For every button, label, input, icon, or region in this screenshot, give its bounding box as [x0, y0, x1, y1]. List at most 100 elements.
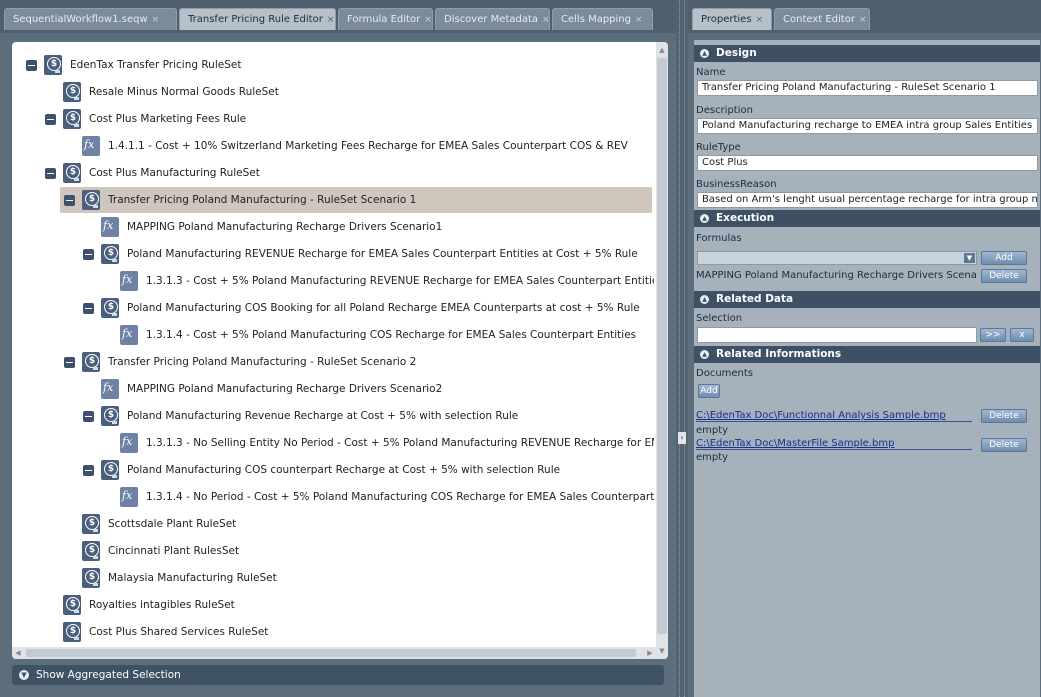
tree-row[interactable]: Transfer Pricing Poland Manufacturing - … [60, 187, 652, 213]
scroll-up-icon[interactable]: ▲ [656, 44, 668, 56]
tab-formula-editor[interactable]: Formula Editor × [338, 8, 433, 30]
tree-row[interactable]: 1.3.1.3 - Cost + 5% Poland Manufacturing… [12, 268, 668, 294]
tab-context-editor[interactable]: Context Editor × [774, 8, 870, 30]
tree-row[interactable]: Transfer Pricing Poland Manufacturing - … [12, 349, 668, 375]
ruleset-icon [101, 244, 119, 264]
tab-discover-metadata[interactable]: Discover Metadata × [435, 8, 550, 30]
formula-list-item[interactable]: MAPPING Poland Manufacturing Recharge Dr… [696, 270, 976, 281]
tree-row[interactable]: 1.3.1.3 - No Selling Entity No Period - … [12, 430, 668, 456]
formula-icon [82, 136, 100, 156]
selection-field[interactable] [697, 327, 977, 343]
description-field[interactable]: Poland Manufacturing recharge to EMEA in… [697, 118, 1038, 134]
document-link[interactable]: C:\EdenTax Doc\Functionnal Analysis Samp… [696, 410, 972, 422]
documents-label: Documents [696, 368, 754, 379]
add-document-button[interactable]: Add [698, 384, 720, 398]
tab-sequential-workflow[interactable]: SequentialWorkflow1.seqw × [4, 8, 177, 30]
close-icon[interactable]: × [327, 15, 335, 25]
selection-clear-button[interactable]: x [1010, 328, 1034, 342]
close-icon[interactable]: × [424, 15, 432, 25]
scroll-left-icon[interactable]: ◀ [12, 647, 24, 659]
document-link[interactable]: C:\EdenTax Doc\MasterFile Sample.bmp [696, 438, 972, 450]
scroll-thumb[interactable] [657, 58, 667, 634]
show-aggregated-selection-bar[interactable]: ▼ Show Aggregated Selection [12, 665, 664, 685]
design-section-header[interactable]: ▲ Design [694, 45, 1040, 62]
ruleset-icon [82, 568, 100, 588]
section-title: Related Informations [716, 348, 842, 360]
tree-row[interactable]: Poland Manufacturing COS counterpart Rec… [12, 457, 668, 483]
scroll-down-icon[interactable]: ▼ [656, 645, 668, 657]
related-data-section-header[interactable]: ▲ Related Data [694, 291, 1040, 308]
collapse-toggle-icon[interactable] [45, 114, 56, 125]
close-icon[interactable]: × [152, 15, 160, 25]
close-icon[interactable]: × [859, 15, 867, 25]
tree-row[interactable]: Cost Plus Manufacturing RuleSet [12, 160, 668, 186]
tree-row[interactable]: Cincinnati Plant RulesSet [12, 538, 668, 564]
tree-row[interactable]: EdenTax Transfer Pricing RuleSet [12, 52, 668, 78]
execution-section-header[interactable]: ▲ Execution [694, 210, 1040, 227]
collapse-toggle-icon[interactable] [83, 303, 94, 314]
tree-row[interactable]: Poland Manufacturing Revenue Recharge at… [12, 403, 668, 429]
horizontal-scrollbar[interactable]: ◀ ▶ [12, 647, 656, 659]
formula-icon [101, 379, 119, 399]
close-icon[interactable]: × [542, 15, 549, 25]
tree-row[interactable]: MAPPING Poland Manufacturing Recharge Dr… [12, 214, 668, 240]
tab-cells-mapping[interactable]: Cells Mapping × [552, 8, 653, 30]
tree-row[interactable]: 1.3.1.4 - Cost + 5% Poland Manufacturing… [12, 322, 668, 348]
add-formula-button[interactable]: Add [981, 251, 1027, 265]
business-reason-label: BusinessReason [696, 179, 777, 190]
collapse-toggle-icon[interactable] [83, 249, 94, 260]
tab-properties[interactable]: Properties × [692, 8, 772, 30]
tab-label: Formula Editor [347, 14, 421, 25]
scroll-thumb[interactable] [26, 649, 636, 657]
collapse-toggle-icon[interactable] [64, 195, 75, 206]
splitter-grip[interactable] [679, 0, 685, 697]
collapse-toggle-icon[interactable] [26, 60, 37, 71]
delete-formula-button[interactable]: Delete [981, 269, 1027, 283]
collapse-toggle-icon[interactable] [64, 357, 75, 368]
ruleset-icon [101, 460, 119, 480]
delete-document-button[interactable]: Delete [981, 438, 1027, 452]
tree-row[interactable]: Cost Plus Shared Services RuleSet [12, 619, 668, 645]
tree-node-label: Cincinnati Plant RulesSet [108, 545, 240, 557]
formulas-label: Formulas [696, 233, 742, 244]
close-icon[interactable]: × [635, 15, 643, 25]
scroll-right-icon[interactable]: ▶ [644, 647, 656, 659]
tab-label: Context Editor [783, 14, 855, 25]
ruleset-icon [63, 109, 81, 129]
collapse-arrow-icon[interactable]: ‹ [678, 432, 686, 444]
tree-node-label: 1.3.1.4 - No Period - Cost + 5% Poland M… [146, 491, 654, 503]
selection-browse-button[interactable]: >> [980, 328, 1006, 342]
collapse-toggle-icon[interactable] [83, 411, 94, 422]
vertical-scrollbar[interactable]: ▲ ▼ [656, 42, 668, 659]
delete-document-button[interactable]: Delete [981, 409, 1027, 423]
name-field[interactable]: Transfer Pricing Poland Manufacturing - … [697, 80, 1038, 96]
tree-row[interactable]: 1.3.1.4 - No Period - Cost + 5% Poland M… [12, 484, 668, 510]
tree-row[interactable]: Cost Plus Marketing Fees Rule [12, 106, 668, 132]
tree-row[interactable]: 1.4.1.1 - Cost + 10% Switzerland Marketi… [12, 133, 668, 159]
tree-row[interactable]: Poland Manufacturing REVENUE Recharge fo… [12, 241, 668, 267]
tab-label: Properties [701, 14, 752, 25]
tree-row[interactable]: Scottsdale Plant RuleSet [12, 511, 668, 537]
chevron-up-icon: ▲ [700, 295, 709, 304]
tab-label: SequentialWorkflow1.seqw [13, 14, 148, 25]
collapse-toggle-icon[interactable] [45, 168, 56, 179]
tree-row[interactable]: Resale Minus Normal Goods RuleSet [12, 79, 668, 105]
tree-row[interactable]: Royalties intagibles RuleSet [12, 592, 668, 618]
tree-row[interactable]: Poland Manufacturing COS Booking for all… [12, 295, 668, 321]
tab-transfer-pricing-rule-editor[interactable]: Transfer Pricing Rule Editor × [179, 8, 336, 30]
tree-row[interactable]: MAPPING Poland Manufacturing Recharge Dr… [12, 376, 668, 402]
business-reason-field[interactable]: Based on Arm's lenght usual percentage r… [697, 192, 1038, 208]
tree-row[interactable]: Malaysia Manufacturing RuleSet [12, 565, 668, 591]
collapse-toggle-icon[interactable] [83, 465, 94, 476]
ruletype-field[interactable]: Cost Plus [697, 155, 1038, 171]
tree-node-label: Cost Plus Marketing Fees Rule [89, 113, 247, 125]
tab-label: Cells Mapping [561, 14, 631, 25]
chevron-down-icon[interactable]: ▼ [964, 253, 975, 263]
pane-splitter[interactable]: ‹ [676, 0, 688, 697]
close-icon[interactable]: × [756, 15, 764, 25]
related-informations-section-header[interactable]: ▲ Related Informations [694, 346, 1040, 363]
tree-node-label: Cost Plus Shared Services RuleSet [89, 626, 269, 638]
tree-node-label: Poland Manufacturing Revenue Recharge at… [127, 410, 519, 422]
formulas-dropdown[interactable]: ▼ [697, 251, 977, 265]
section-title: Design [716, 47, 757, 59]
